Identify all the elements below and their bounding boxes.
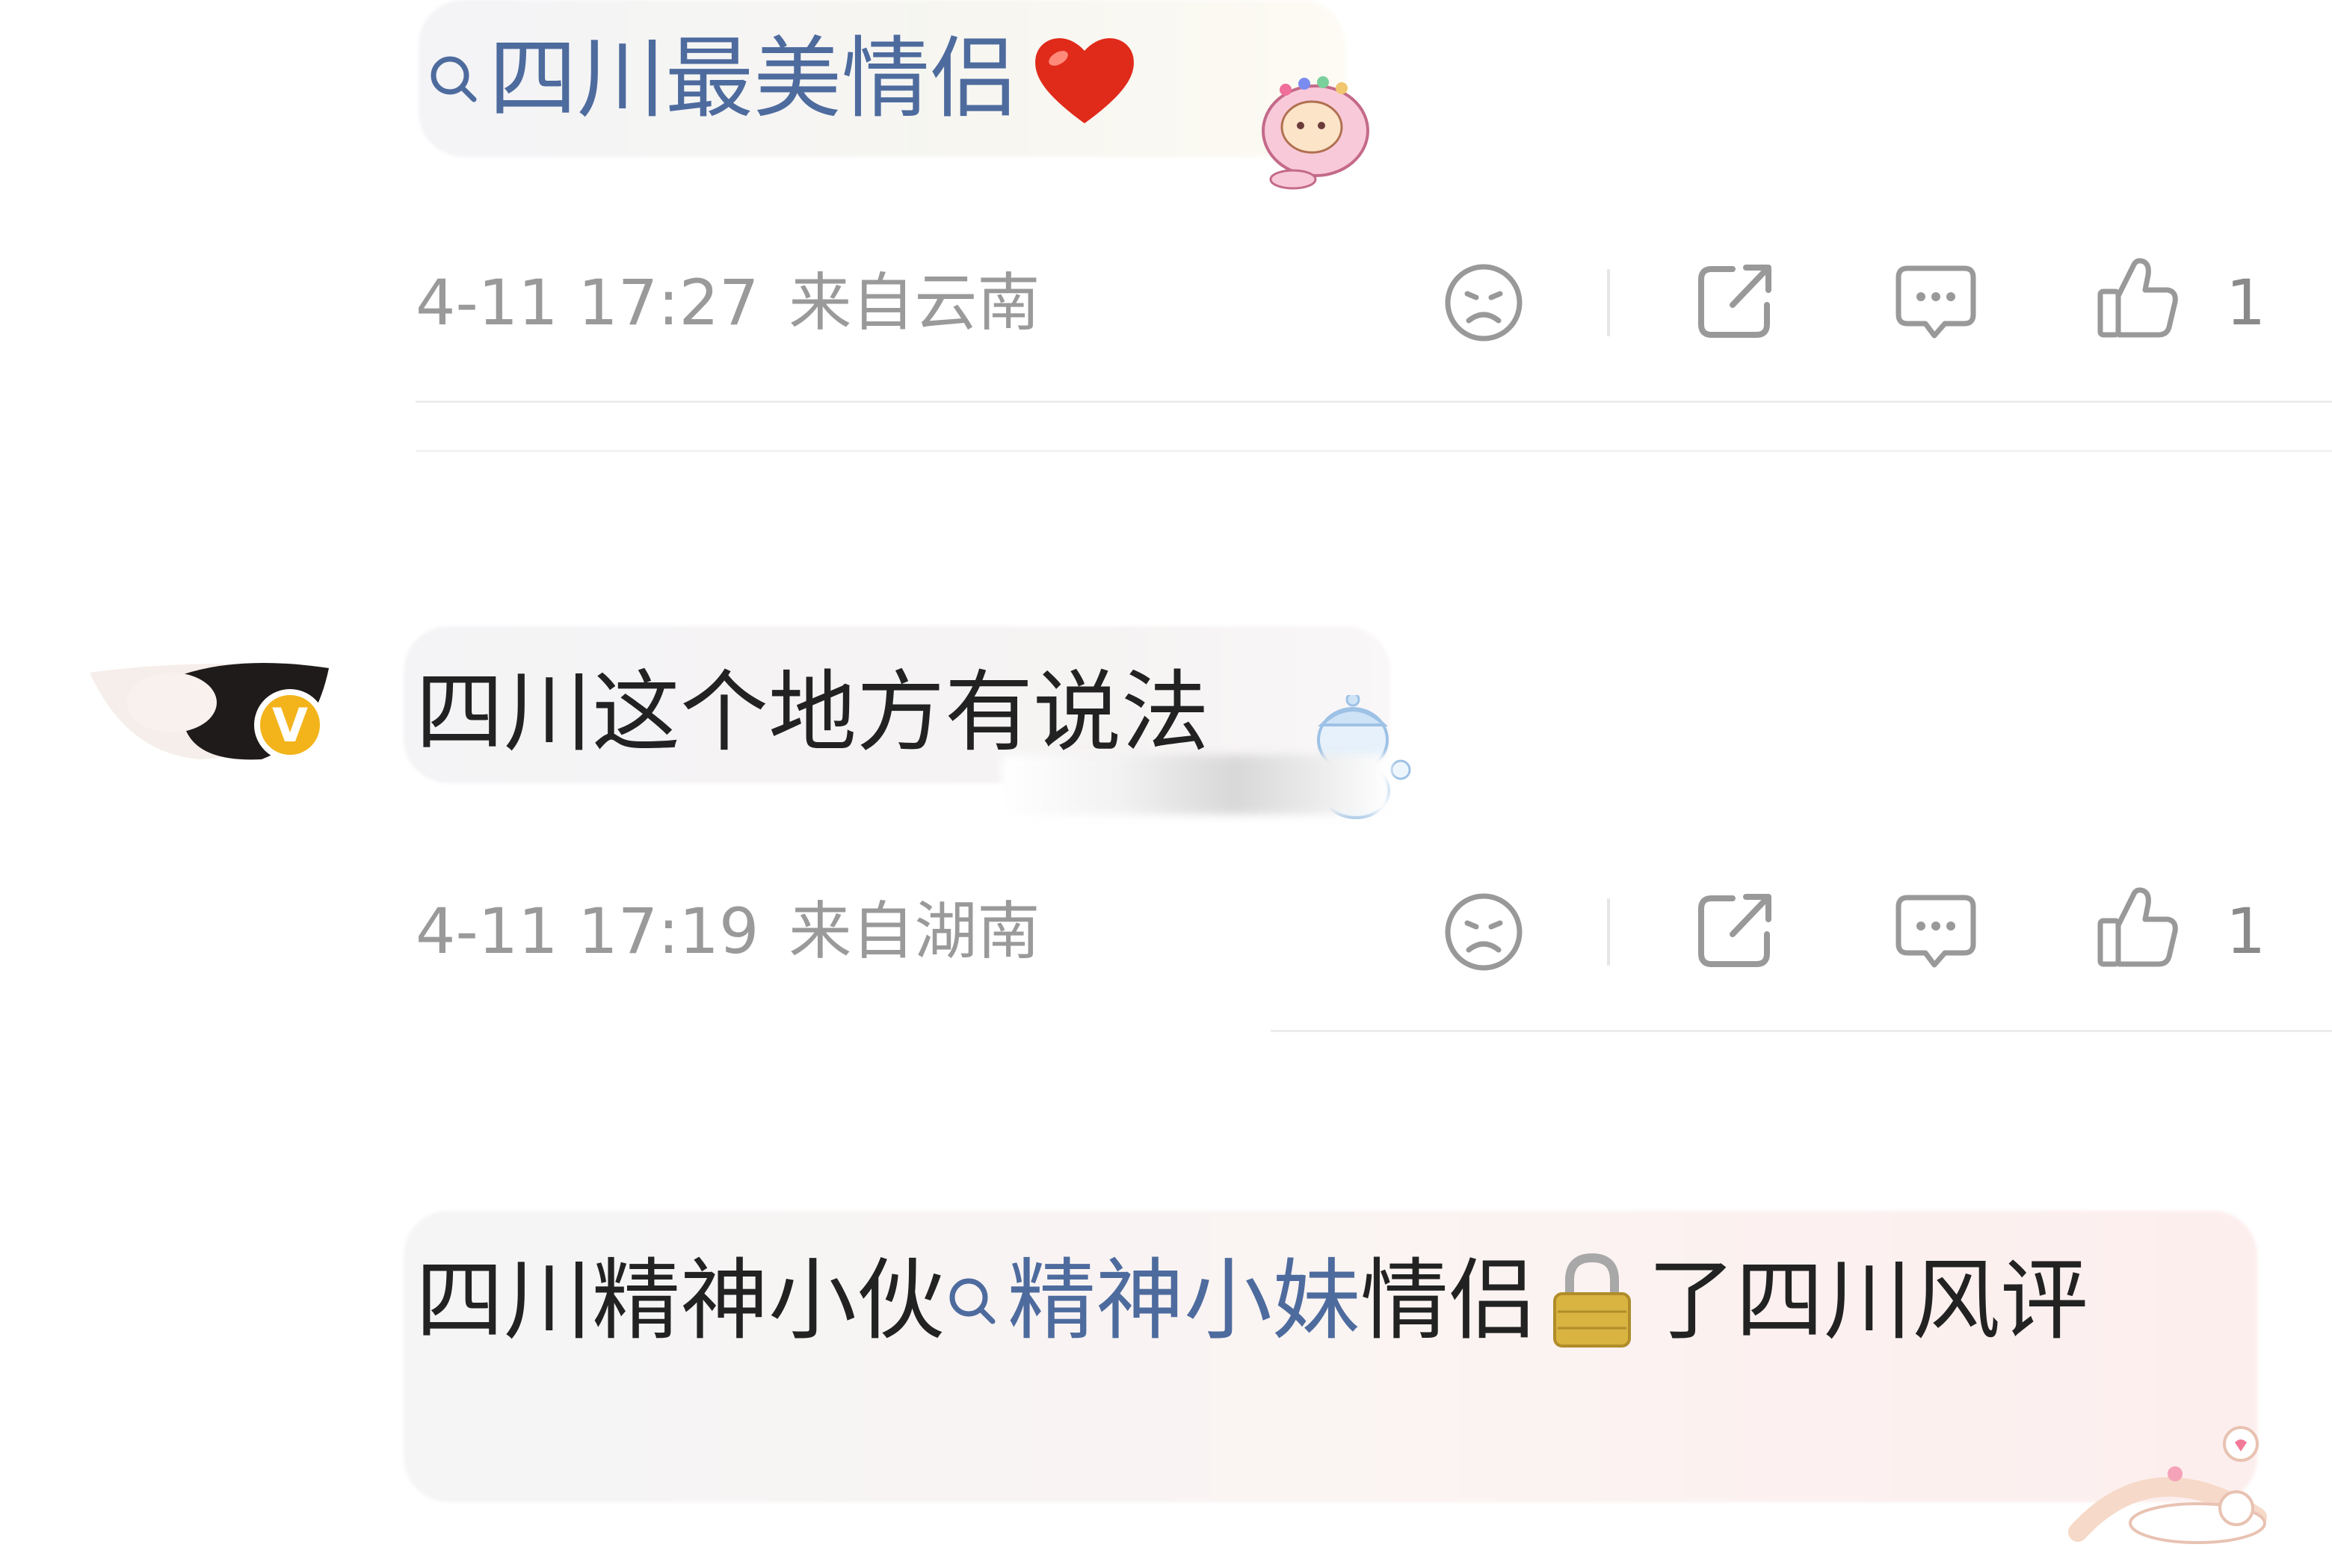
comment-1-meta: 4-11 17:27 来自云南 bbox=[416, 265, 1040, 340]
thumbs-up-icon bbox=[2097, 887, 2178, 967]
action-divider bbox=[1607, 269, 1610, 336]
comment-3-text: 四川精神小伙 精神小妹 情侣 了四川风评 bbox=[416, 1244, 2088, 1356]
comment-3-topic-label[interactable]: 精神小妹 bbox=[1008, 1244, 1360, 1356]
share-icon bbox=[1698, 265, 1771, 338]
dislike-button[interactable] bbox=[1439, 258, 1529, 348]
comment-1-topic-label[interactable]: 四川最美情侣 bbox=[489, 22, 1018, 135]
comment-2-timestamp: 4-11 17:19 bbox=[416, 895, 759, 968]
comment-3-text-before: 四川精神小伙 bbox=[416, 1249, 946, 1352]
comment-1-location: 来自云南 bbox=[789, 266, 1040, 339]
comment-1-topic-link[interactable]: 四川最美情侣 bbox=[426, 22, 1018, 135]
divider-line bbox=[416, 401, 2332, 403]
lock-icon bbox=[1553, 1253, 1632, 1348]
like-button[interactable] bbox=[2093, 882, 2183, 972]
divider-line bbox=[1271, 1030, 2332, 1032]
lock-emoji bbox=[1547, 1252, 1637, 1349]
sad-face-icon bbox=[1445, 264, 1523, 342]
comment-icon bbox=[1895, 895, 1976, 968]
comment-2-like-count: 1 bbox=[2226, 895, 2266, 968]
search-icon bbox=[949, 1278, 996, 1324]
comment-1-timestamp: 4-11 17:27 bbox=[416, 266, 759, 339]
comment-1-like-count: 1 bbox=[2226, 266, 2266, 339]
comment-2-location: 来自湖南 bbox=[789, 895, 1040, 968]
sad-face-icon bbox=[1445, 893, 1523, 971]
share-icon bbox=[1698, 894, 1771, 967]
comment-2-meta: 4-11 17:19 来自湖南 bbox=[416, 894, 1040, 969]
comment-1-text: 四川最美情侣 bbox=[426, 22, 1141, 135]
heart-icon bbox=[1035, 38, 1134, 123]
verified-v-badge-icon: V bbox=[254, 689, 326, 761]
comment-3-topic-link[interactable]: 精神小妹 bbox=[945, 1244, 1360, 1356]
action-divider bbox=[1607, 898, 1610, 966]
divider-line bbox=[416, 450, 2332, 452]
dislike-button[interactable] bbox=[1439, 887, 1529, 977]
share-button[interactable] bbox=[1691, 256, 1780, 345]
comment-2-text: 四川这个地方有说法 bbox=[416, 661, 1210, 764]
comment-3-text-mid: 情侣 bbox=[1360, 1249, 1537, 1352]
heart-emoji bbox=[1028, 30, 1141, 127]
comment-3-text-after: 了四川风评 bbox=[1647, 1249, 2089, 1352]
comment-button[interactable] bbox=[1891, 258, 1981, 348]
thumbs-up-icon bbox=[2097, 258, 2178, 338]
bubble-sticker-decoration bbox=[2063, 1420, 2287, 1547]
comment-button[interactable] bbox=[1891, 887, 1981, 977]
share-button[interactable] bbox=[1691, 885, 1780, 975]
comment-icon bbox=[1895, 265, 1976, 339]
like-button[interactable] bbox=[2093, 253, 2183, 342]
search-icon bbox=[431, 56, 477, 102]
bubble-sticker-decoration bbox=[1241, 60, 1390, 194]
